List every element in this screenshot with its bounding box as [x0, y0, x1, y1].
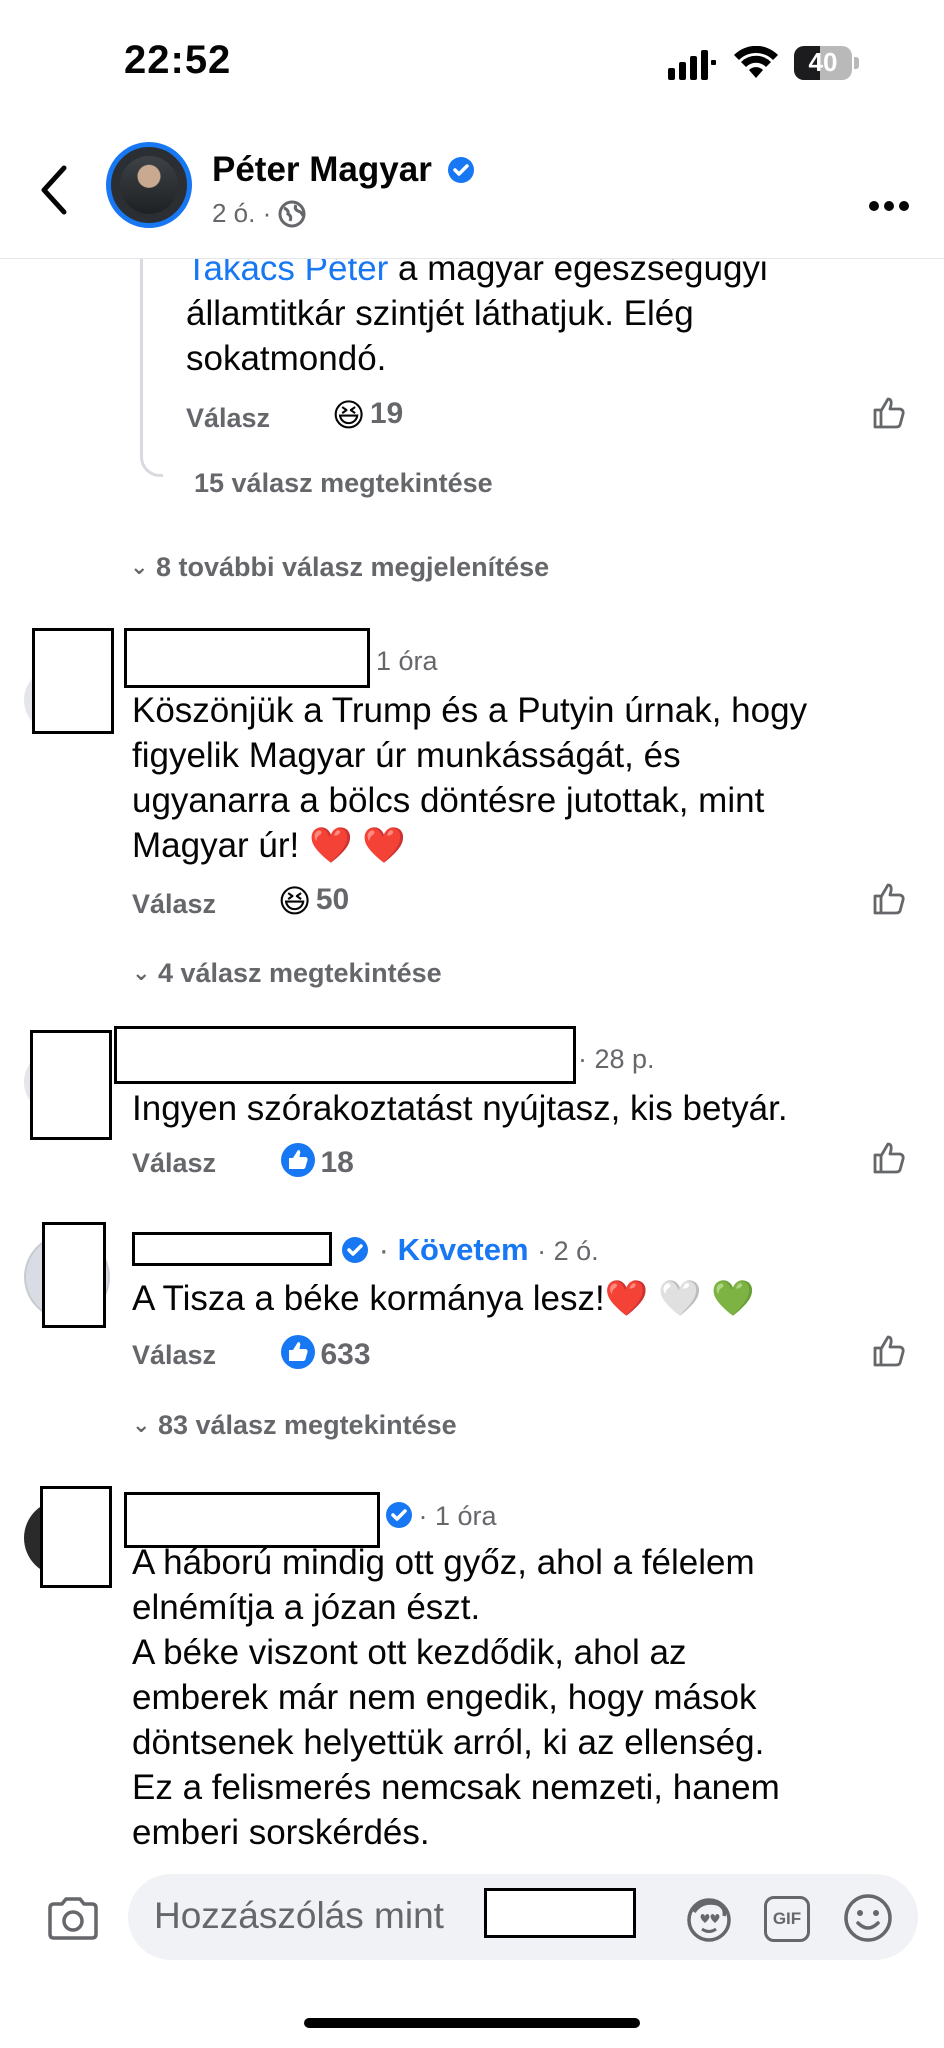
verified-badge-icon [386, 1502, 412, 1528]
like-reaction-icon [281, 1335, 315, 1369]
gif-button[interactable]: GIF [764, 1896, 810, 1942]
thumbs-up-icon [873, 883, 905, 915]
view-replies-link[interactable]: 15 válasz megtekintése [194, 468, 493, 499]
comment-line: A béke viszont ott kezdődik, ahol az [132, 1633, 687, 1672]
battery-level: 40 [808, 47, 838, 77]
redacted-avatar [42, 1222, 106, 1328]
status-time: 22:52 [124, 38, 232, 82]
chevron-down-icon: ⌄ [132, 1412, 151, 1437]
more-replies-link[interactable]: ⌄ 8 további válasz megjelenítése [130, 552, 549, 583]
like-button[interactable] [872, 1141, 906, 1180]
like-button[interactable] [872, 882, 906, 921]
comment-line: figyelik Magyar úr munkásságát, és [132, 736, 681, 775]
redacted-avatar [30, 1030, 112, 1140]
comment-time: · 1 óra [418, 1501, 497, 1531]
reply-button[interactable]: Válasz [132, 1340, 216, 1371]
emoji-button[interactable] [842, 1892, 894, 1944]
redacted-avatar [40, 1486, 112, 1588]
comment-line: emberi sorskérdés. [132, 1813, 430, 1852]
battery-icon: 40 [794, 46, 860, 80]
reaction-count: 18 [320, 1146, 354, 1179]
more-icon [869, 201, 909, 211]
comment-text: A Tisza a béke kormánya lesz!❤️ 🤍 💚 [132, 1276, 912, 1321]
view-replies-label: 83 válasz megtekintése [157, 1410, 457, 1440]
comment-line: elnémítja a józan észt. [132, 1588, 481, 1627]
comment-time: 1 óra [376, 646, 438, 676]
globe-icon [278, 200, 306, 228]
comment-time: · 28 p. [578, 1044, 655, 1074]
back-button[interactable] [34, 164, 74, 216]
reaction-summary[interactable]: 633 [280, 1334, 371, 1372]
follow-status-link[interactable]: Követem [398, 1232, 529, 1267]
comment-text: Köszönjük a Trump és a Putyin úrnak, hog… [132, 688, 912, 868]
thread-line [140, 258, 163, 477]
comment-line: emberek már nem engedik, hogy mások [132, 1678, 757, 1717]
page-name-link[interactable]: Péter Magyar [212, 150, 476, 190]
comment-author-meta: · Követem · 2 ó. [340, 1232, 599, 1268]
chevron-down-icon: ⌄ [130, 554, 149, 579]
post-time: 2 ó. · [212, 198, 272, 228]
page-name: Péter Magyar [212, 150, 432, 189]
thumbs-up-icon [873, 1335, 905, 1367]
comment-time: · 2 ó. [537, 1236, 599, 1266]
camera-button[interactable] [46, 1896, 100, 1942]
reaction-count: 19 [369, 397, 404, 430]
view-replies-link[interactable]: ⌄ 4 válasz megtekintése [132, 958, 442, 989]
like-reaction-icon [281, 1143, 315, 1177]
redacted-name [114, 1026, 576, 1084]
thumbs-up-icon [873, 397, 905, 429]
home-indicator [304, 2018, 640, 2028]
redacted-name [124, 628, 370, 688]
reaction-summary[interactable]: 😆 50 [278, 882, 349, 920]
signal-icon [668, 50, 716, 80]
reply-text-line: sokatmondó. [186, 339, 387, 378]
comment-placeholder: Hozzászólás mint [154, 1895, 444, 1936]
reply-text-line: államtitkár szintjét láthatjuk. Elég [186, 294, 694, 333]
wifi-icon [734, 45, 778, 80]
reaction-summary[interactable]: 18 [280, 1142, 354, 1180]
comment-line: döntsenek helyettük arról, ki az ellensé… [132, 1723, 765, 1762]
redacted-avatar [32, 628, 114, 734]
like-button[interactable] [872, 396, 906, 435]
reply-button[interactable]: Válasz [132, 1148, 216, 1179]
comment-text: A háború mindig ott győz, ahol a félelem… [132, 1540, 932, 1855]
chevron-left-icon [41, 165, 67, 215]
reaction-count: 633 [320, 1338, 371, 1371]
reply-button[interactable]: Válasz [186, 403, 270, 434]
comment-text: Ingyen szórakoztatást nyújtasz, kis bety… [132, 1086, 912, 1131]
avatar-sticker-button[interactable] [684, 1894, 734, 1944]
gif-icon: GIF [772, 1909, 802, 1928]
comment-line: Ez a felismerés nemcsak nemzeti, hanem [132, 1768, 780, 1807]
redacted-name [132, 1232, 332, 1266]
view-replies-link[interactable]: ⌄ 83 válasz megtekintése [132, 1410, 457, 1441]
more-replies-label: 8 további válasz megjelenítése [155, 552, 550, 582]
comment-line: A háború mindig ott győz, ahol a félelem [132, 1543, 755, 1582]
comment-line: Köszönjük a Trump és a Putyin úrnak, hog… [132, 691, 808, 730]
reply-text: Takács Péter a magyar egészségügyi állam… [186, 246, 886, 381]
view-replies-label: 4 válasz megtekintése [157, 958, 442, 988]
verified-badge-icon [342, 1237, 368, 1263]
haha-emoji-icon: 😆 [332, 396, 366, 434]
reply-button[interactable]: Válasz [132, 889, 216, 920]
avatar-sticker-icon [687, 1898, 731, 1942]
redacted-user-name [484, 1888, 636, 1938]
thumbs-up-icon [873, 1142, 905, 1174]
page-avatar[interactable] [106, 142, 192, 228]
haha-emoji-icon: 😆 [278, 882, 312, 920]
comment-line: A Tisza a béke kormánya lesz!❤️ 🤍 💚 [132, 1279, 755, 1318]
camera-icon [48, 1897, 98, 1940]
comment-line: ugyanarra a bölcs döntésre jutottak, min… [132, 781, 765, 820]
reaction-summary[interactable]: 😆 19 [332, 396, 403, 434]
reaction-count: 50 [315, 883, 350, 916]
comment-author-meta: · 1 óra [384, 1500, 497, 1532]
comment-line: Magyar úr! ❤️ ❤️ [132, 826, 406, 865]
comment-line: Ingyen szórakoztatást nyújtasz, kis bety… [132, 1089, 788, 1128]
post-meta: 2 ó. · [212, 198, 306, 229]
chevron-down-icon: ⌄ [132, 960, 151, 985]
more-options-button[interactable] [868, 182, 910, 221]
verified-badge-icon [447, 157, 474, 183]
post-header: Péter Magyar 2 ó. · [0, 120, 944, 259]
like-button[interactable] [872, 1334, 906, 1373]
emoji-icon [844, 1894, 892, 1942]
